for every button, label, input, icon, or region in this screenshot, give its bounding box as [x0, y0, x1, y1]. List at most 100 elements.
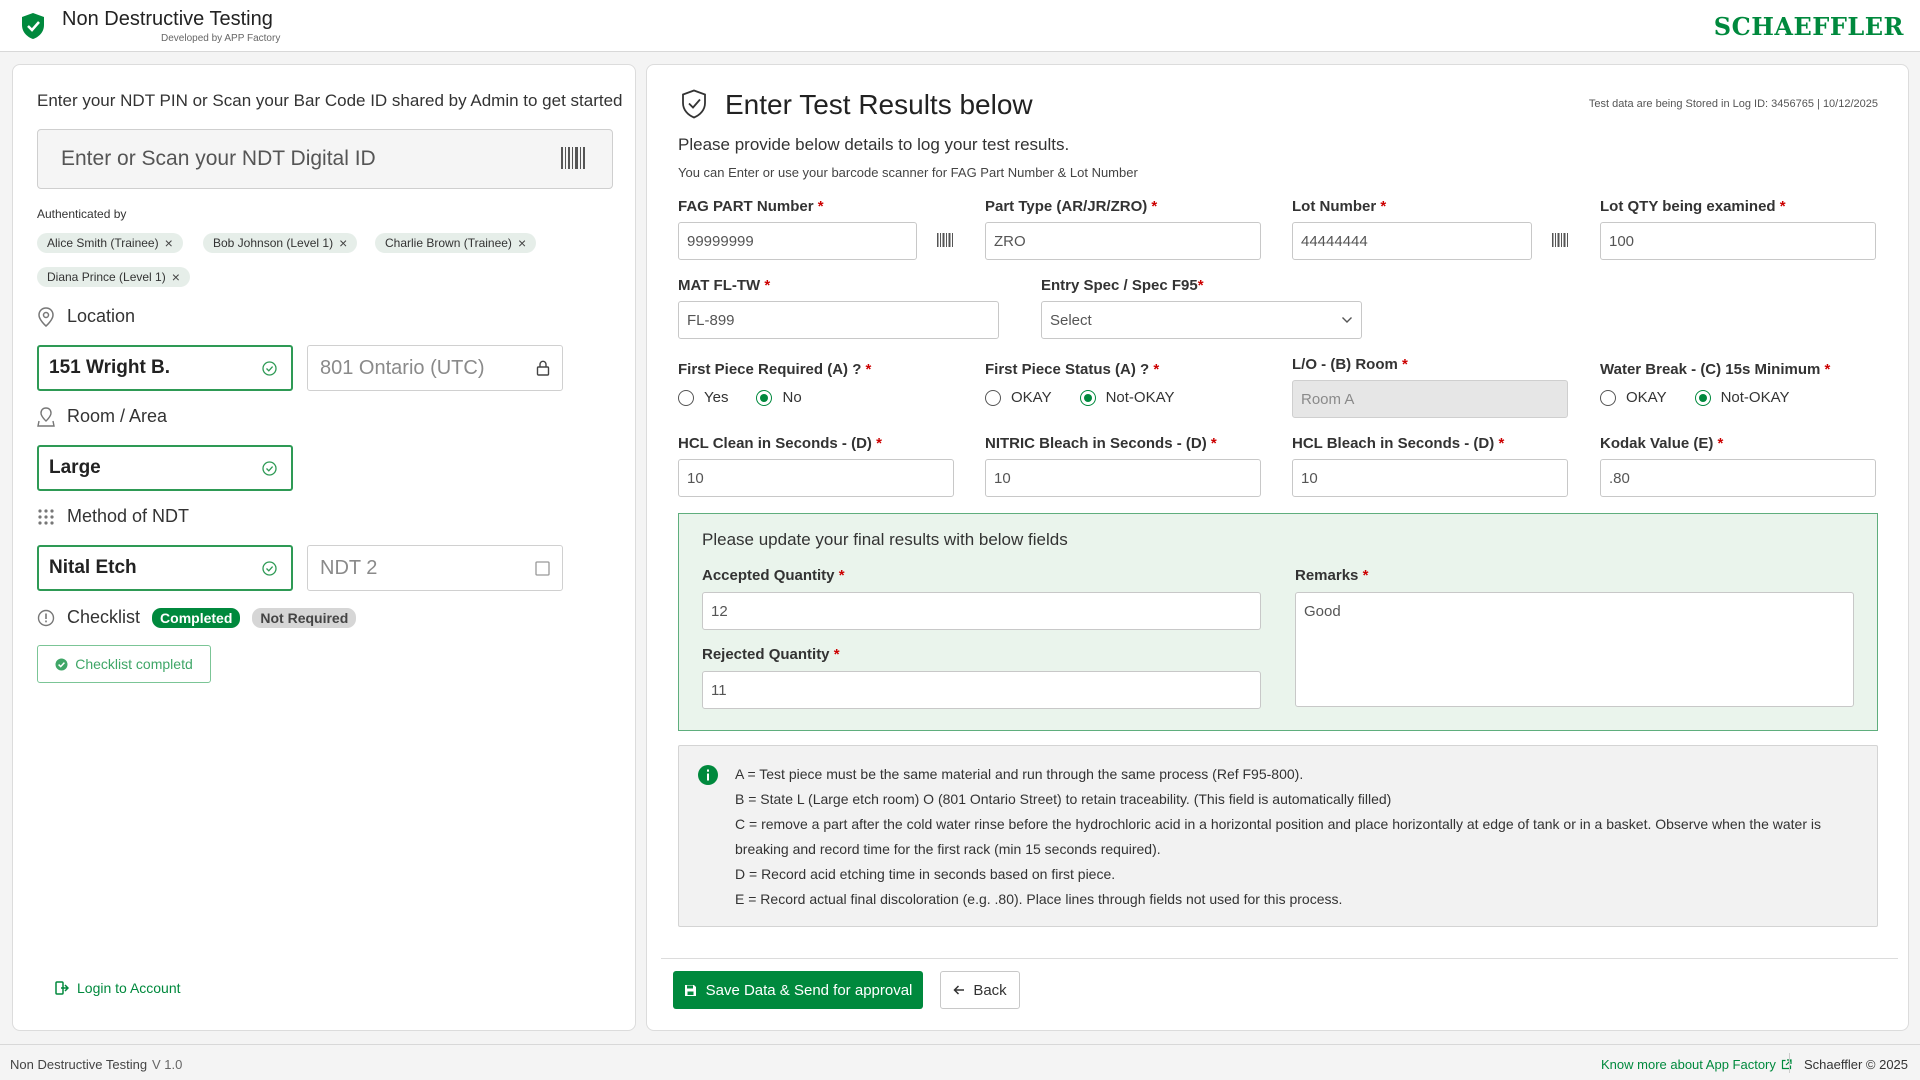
user-chip: Charlie Brown (Trainee) × [375, 233, 537, 253]
entry-spec-select[interactable]: Select [1041, 301, 1362, 339]
radio-option-okay[interactable]: OKAY [985, 389, 1052, 406]
required-mark: * [1380, 198, 1387, 215]
radio-button[interactable] [985, 389, 1001, 406]
lot-qty-input[interactable] [1600, 222, 1876, 260]
radio-option-no[interactable]: No [756, 389, 802, 406]
lock-icon [536, 360, 550, 376]
radio-label: OKAY [1011, 389, 1052, 406]
info-line: E = Record actual final discoloration (e… [735, 891, 1343, 907]
barcode-icon[interactable] [936, 231, 954, 249]
part-type-label-text: Part Type (AR/JR/ZRO) [985, 198, 1148, 215]
remarks-textarea[interactable]: Good [1295, 592, 1854, 707]
accepted-quantity-label-text: Accepted Quantity [702, 567, 835, 584]
lo-room-input [1292, 380, 1568, 418]
know-more-link[interactable]: Know more about App Factory [1601, 1057, 1792, 1072]
arrow-left-icon [953, 985, 965, 995]
scanner-hint: You can Enter or use your barcode scanne… [678, 165, 1138, 180]
fag-part-label: FAG PART Number * [678, 198, 824, 215]
info-notes: A = Test piece must be the same material… [735, 762, 1855, 912]
fag-part-input[interactable] [678, 222, 917, 260]
info-circle-icon [37, 609, 55, 626]
mat-fl-tw-label: MAT FL-TW * [678, 277, 770, 294]
location-selected-label: 151 Wright B. [49, 357, 171, 378]
location-option[interactable]: 801 Ontario (UTC) [307, 345, 563, 391]
required-mark: * [1717, 435, 1724, 452]
radio-button[interactable] [678, 389, 694, 406]
user-chip-label: Diana Prince (Level 1) [47, 270, 166, 284]
status-badge-completed: Completed [152, 607, 241, 628]
radio-option-okay[interactable]: OKAY [1600, 389, 1667, 406]
first-piece-required-label: First Piece Required (A) ? * [678, 361, 871, 378]
radio-option-not-okay[interactable]: Not-OKAY [1694, 389, 1789, 406]
brand-logo[interactable]: SCHAEFFLER [1714, 12, 1904, 41]
hcl-clean-input[interactable] [678, 459, 954, 497]
kodak-value-input[interactable] [1600, 459, 1876, 497]
required-mark: * [833, 646, 840, 663]
ndt-id-input[interactable] [37, 129, 613, 189]
close-icon[interactable]: × [165, 236, 173, 250]
location-other-label: 801 Ontario (UTC) [320, 356, 485, 379]
room-option-selected[interactable]: Large [37, 445, 293, 491]
barcode-icon[interactable] [1551, 231, 1569, 249]
left-panel: Enter your NDT PIN or Scan your Bar Code… [12, 64, 636, 1031]
login-to-account-link[interactable]: Login to Account [55, 980, 181, 996]
required-mark: * [865, 361, 872, 378]
barcode-icon[interactable] [560, 145, 586, 171]
back-button[interactable]: Back [940, 971, 1020, 1009]
method-selected-label: Nital Etch [49, 557, 137, 578]
lot-number-input[interactable] [1292, 222, 1532, 260]
save-and-send-button[interactable]: Save Data & Send for approval [673, 971, 923, 1009]
required-mark: * [1153, 361, 1160, 378]
right-panel: Enter Test Results below Test data are b… [646, 64, 1909, 1031]
entry-spec-value: Select [1050, 311, 1092, 329]
location-option-selected[interactable]: 151 Wright B. [37, 345, 293, 391]
accepted-quantity-input[interactable] [702, 592, 1261, 630]
info-circle-icon [698, 765, 718, 785]
checklist-title: Checklist [67, 607, 141, 627]
rejected-quantity-input[interactable] [702, 671, 1261, 709]
check-circle-icon [262, 560, 277, 576]
remarks-label-text: Remarks [1295, 567, 1359, 584]
method-option-selected[interactable]: Nital Etch [37, 545, 293, 591]
kodak-value-label: Kodak Value (E) * [1600, 435, 1723, 452]
checkbox-icon[interactable] [535, 560, 550, 576]
location-pin-icon [38, 306, 54, 327]
nitric-bleach-input[interactable] [985, 459, 1261, 497]
footer-divider [1789, 1053, 1790, 1073]
checklist-completed-button[interactable]: Checklist completd [37, 645, 211, 683]
status-badge-not-required: Not Required [252, 607, 357, 628]
first-piece-status-label-text: First Piece Status (A) ? [985, 361, 1150, 378]
required-mark: * [1210, 435, 1217, 452]
mat-fl-tw-input[interactable] [678, 301, 999, 339]
check-circle-icon [262, 460, 277, 476]
part-type-input[interactable] [985, 222, 1261, 260]
first-piece-required-label-text: First Piece Required (A) ? [678, 361, 862, 378]
authenticated-by-label: Authenticated by [37, 207, 127, 221]
radio-option-not-okay[interactable]: Not-OKAY [1079, 389, 1174, 406]
user-chip: Diana Prince (Level 1) × [37, 267, 190, 287]
nitric-bleach-label-text: NITRIC Bleach in Seconds - (D) [985, 435, 1207, 452]
hcl-bleach-input[interactable] [1292, 459, 1568, 497]
checklist-button-label: Checklist completd [75, 656, 193, 672]
save-icon [684, 984, 696, 996]
first-piece-required-radios: Yes No [678, 389, 830, 406]
footer-version: V 1.0 [152, 1057, 183, 1072]
radio-button[interactable] [1600, 389, 1616, 406]
back-button-label: Back [973, 981, 1007, 999]
final-results-title: Please update your final results with be… [702, 530, 1068, 549]
check-circle-icon [262, 360, 277, 376]
part-type-label: Part Type (AR/JR/ZRO) * [985, 198, 1157, 215]
lot-qty-label-text: Lot QTY being examined [1600, 198, 1776, 215]
close-icon[interactable]: × [518, 236, 526, 250]
radio-button-selected[interactable] [1694, 389, 1711, 406]
radio-option-yes[interactable]: Yes [678, 389, 728, 406]
close-icon[interactable]: × [339, 236, 347, 250]
radio-button-selected[interactable] [1079, 389, 1096, 406]
know-more-link-label: Know more about App Factory [1601, 1057, 1776, 1072]
method-option[interactable]: NDT 2 [307, 545, 563, 591]
water-break-label-text: Water Break - (C) 15s Minimum [1600, 361, 1821, 378]
radio-button-selected[interactable] [756, 389, 773, 406]
water-break-radios: OKAY Not-OKAY [1600, 389, 1817, 406]
close-icon[interactable]: × [172, 270, 180, 284]
user-chip: Alice Smith (Trainee) × [37, 233, 183, 253]
